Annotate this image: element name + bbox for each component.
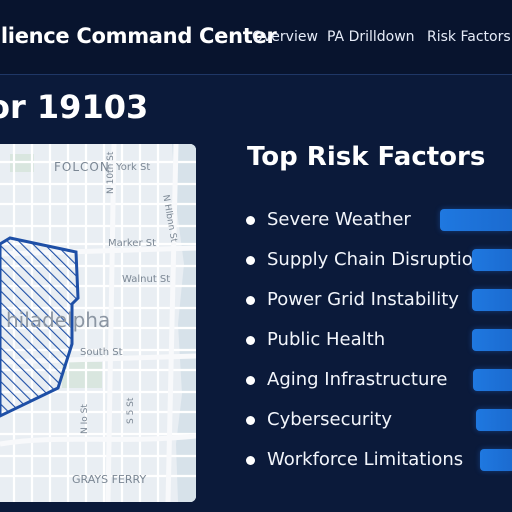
bullet-icon (246, 216, 255, 225)
map-label-grays-ferry: GRAYS FERRY (72, 473, 147, 486)
risk-level-bar (476, 409, 512, 431)
map-label-low-street-a: N Io St (80, 404, 90, 434)
app-title: ilience Command Center (0, 24, 277, 48)
risk-label: Power Grid Instability (267, 289, 459, 310)
risk-factors-title: Top Risk Factors (247, 142, 486, 172)
bullet-icon (246, 256, 255, 265)
risk-label: Workforce Limitations (267, 449, 464, 470)
risk-level-bar (473, 369, 512, 391)
bullet-icon (246, 376, 255, 385)
map-label-folcon: FOLCON (54, 160, 110, 174)
bullet-icon (246, 416, 255, 425)
page-title: or 19103 (0, 88, 149, 126)
nav-risk-factors[interactable]: Risk Factors (427, 29, 511, 45)
risk-level-bar (472, 249, 512, 271)
risk-level-bar (440, 209, 512, 231)
map-label-walnut-st: Walnut St (122, 274, 171, 285)
bullet-icon (246, 336, 255, 345)
risk-label: Severe Weather (267, 209, 411, 230)
map-label-south-st: South St (80, 347, 123, 358)
risk-label: Public Health (267, 329, 386, 350)
risk-level-bar (480, 449, 512, 471)
risk-label: Aging Infrastructure (267, 369, 448, 390)
top-navigation-bar: ilience Command Center Overview PA Drill… (0, 0, 512, 75)
map-label-york-st: York St (116, 162, 151, 173)
map-label-marker-st: Marker St (108, 238, 157, 249)
bullet-icon (246, 296, 255, 305)
map-label-mid-street: N 10th St (106, 151, 116, 194)
risk-label: Cybersecurity (267, 409, 392, 430)
map-label-low-street-b: S 5 St (126, 397, 136, 424)
risk-level-bar (472, 289, 512, 311)
map-label-city: hiladelpha (6, 308, 111, 332)
risk-item-workforce[interactable]: Workforce Limitations (246, 447, 512, 475)
nav-pa-drilldown[interactable]: PA Drilldown (327, 29, 415, 45)
zip-map[interactable]: FOLCON York St Marker St Walnut St South… (0, 144, 196, 502)
risk-label: Supply Chain Disruption (267, 249, 485, 270)
risk-item-cybersecurity[interactable]: Cybersecurity (246, 407, 512, 435)
bullet-icon (246, 456, 255, 465)
nav-overview[interactable]: Overview (252, 29, 318, 45)
risk-level-bar (472, 329, 512, 351)
